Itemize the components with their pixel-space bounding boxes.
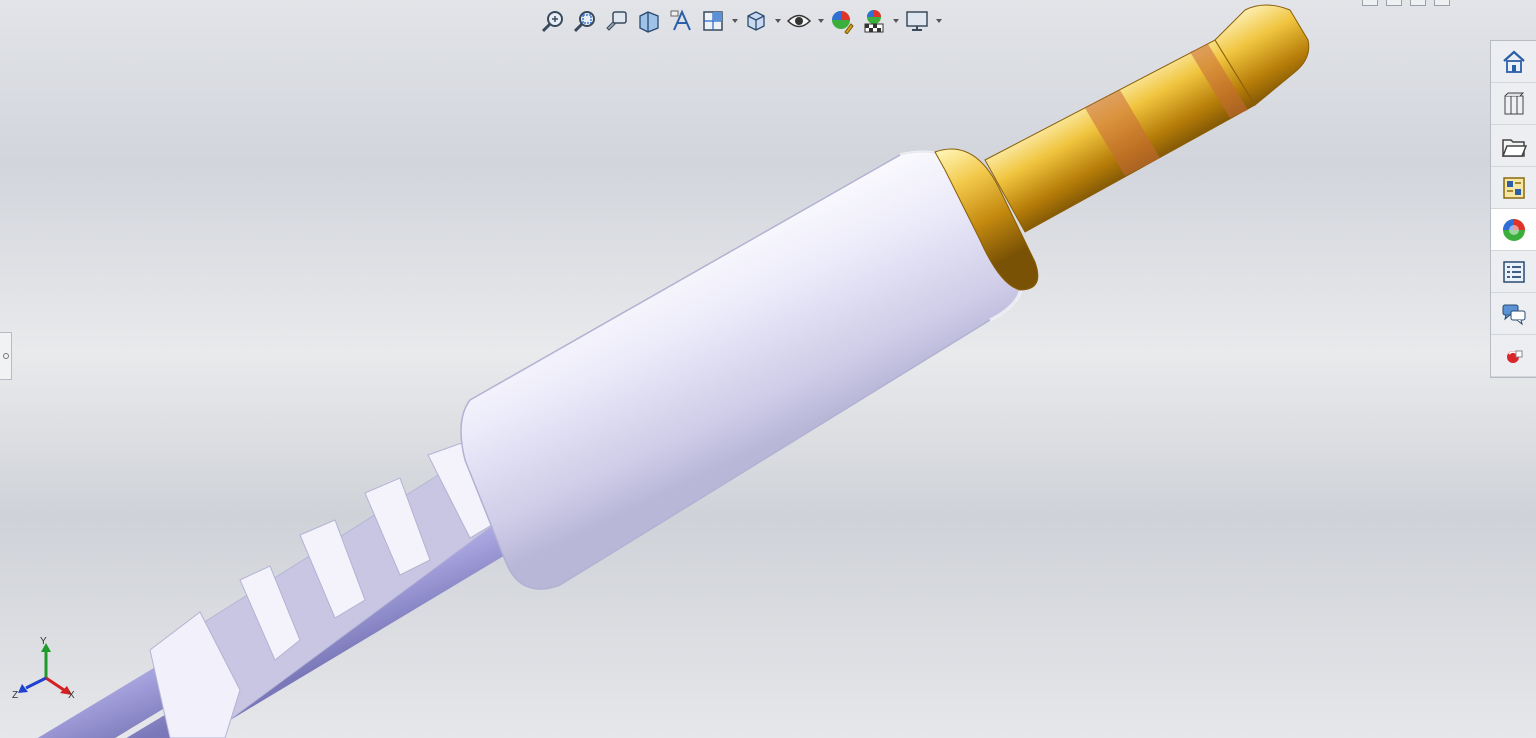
feature-manager-toggle[interactable] (0, 332, 12, 380)
zoom-to-fit-icon[interactable] (538, 6, 568, 36)
jack-plug-model[interactable] (0, 0, 1536, 738)
edit-appearance-icon[interactable] (827, 6, 857, 36)
design-library-icon[interactable] (1491, 83, 1536, 125)
forum-icon[interactable] (1491, 293, 1536, 335)
hide-show-items-icon[interactable] (784, 6, 814, 36)
apply-scene-icon[interactable] (859, 6, 889, 36)
minimize-button[interactable] (1362, 0, 1378, 6)
reference-triad: Y Z X (12, 636, 75, 701)
previous-view-icon[interactable] (602, 6, 632, 36)
view-orientation-icon[interactable] (698, 6, 728, 36)
view-orientation-dropdown[interactable] (730, 6, 739, 36)
triad-y-label: Y (40, 636, 47, 647)
triad-z-label: Z (12, 690, 18, 701)
solidworks-add-in-icon[interactable] (1491, 335, 1536, 377)
solidworks-resources-icon[interactable] (1491, 41, 1536, 83)
file-explorer-icon[interactable] (1491, 125, 1536, 167)
custom-properties-icon[interactable] (1491, 251, 1536, 293)
close-button[interactable] (1434, 0, 1450, 6)
appearances-scenes-icon[interactable] (1491, 209, 1536, 251)
zoom-to-area-icon[interactable] (570, 6, 600, 36)
view-palette-icon[interactable] (1491, 167, 1536, 209)
apply-scene-dropdown[interactable] (891, 6, 900, 36)
display-style-dropdown[interactable] (773, 6, 782, 36)
gold-shaft (984, 4, 1310, 233)
heads-up-view-toolbar (538, 4, 943, 38)
hide-show-items-dropdown[interactable] (816, 6, 825, 36)
dynamic-annotation-icon[interactable] (666, 6, 696, 36)
display-style-icon[interactable] (741, 6, 771, 36)
task-pane-tabs (1490, 40, 1536, 378)
view-settings-dropdown[interactable] (934, 6, 943, 36)
section-view-icon[interactable] (634, 6, 664, 36)
plug-housing (460, 150, 1024, 590)
restore-button[interactable] (1386, 0, 1402, 6)
triad-x-label: X (68, 690, 75, 701)
view-settings-icon[interactable] (902, 6, 932, 36)
tile-button[interactable] (1410, 0, 1426, 6)
window-controls (1362, 0, 1450, 6)
graphics-area[interactable]: Y Z X (0, 0, 1536, 738)
